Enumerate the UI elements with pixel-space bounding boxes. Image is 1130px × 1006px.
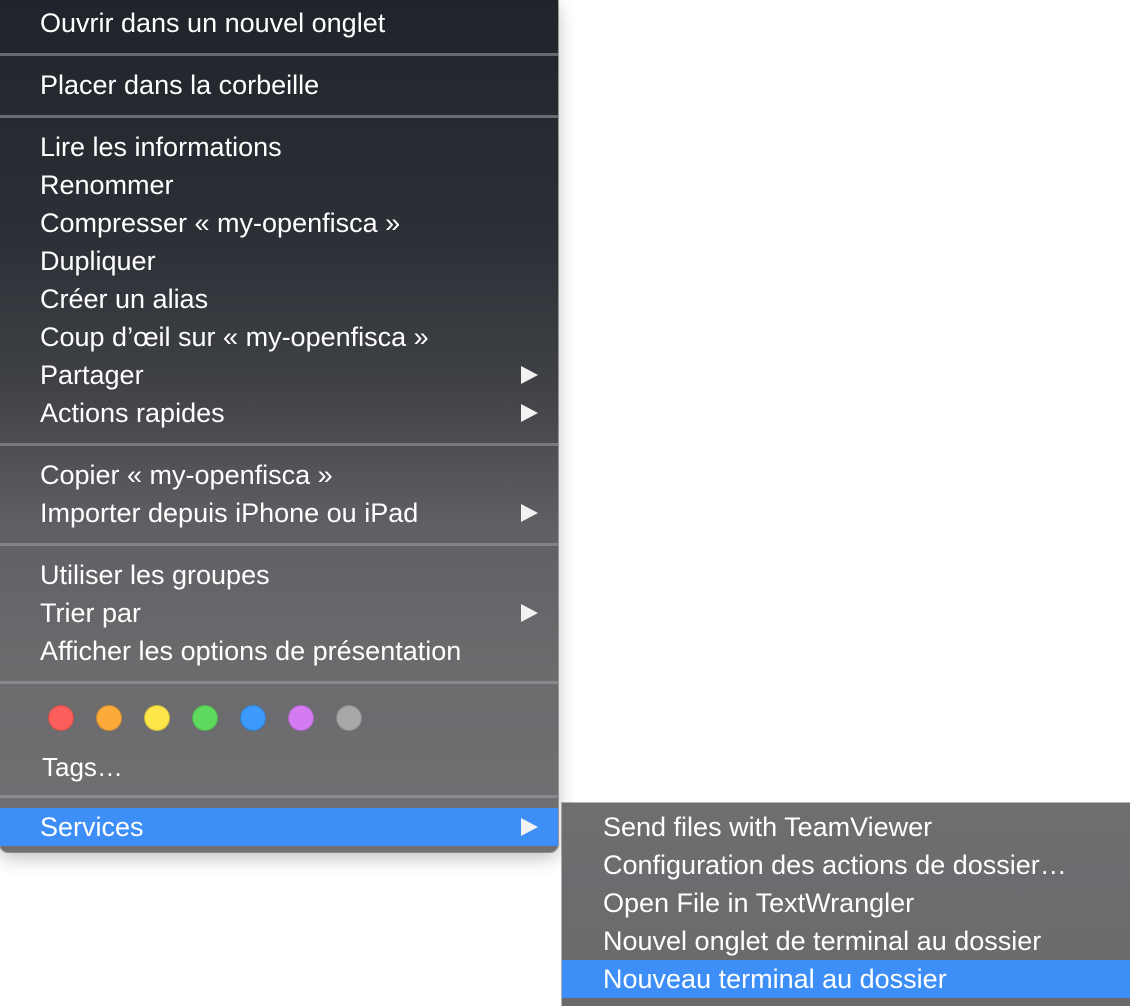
menu-item-services[interactable]: Services — [0, 808, 558, 846]
submenu-item-new-terminal-tab[interactable]: Nouvel onglet de terminal au dossier — [562, 922, 1130, 960]
menu-item-move-to-trash[interactable]: Placer dans la corbeille — [0, 66, 558, 104]
menu-item-quick-actions[interactable]: Actions rapides — [0, 394, 558, 432]
menu-item-quick-look[interactable]: Coup d’œil sur « my-openfisca » — [0, 318, 558, 356]
menu-separator — [0, 543, 558, 546]
menu-item-view-options[interactable]: Afficher les options de présentation — [0, 632, 558, 670]
services-submenu: Send files with TeamViewer Configuration… — [562, 803, 1130, 1006]
submenu-arrow-icon — [521, 366, 538, 384]
submenu-arrow-icon — [521, 604, 538, 622]
tag-gray-dot[interactable] — [336, 705, 362, 731]
tag-red-dot[interactable] — [48, 705, 74, 731]
tag-yellow-dot[interactable] — [144, 705, 170, 731]
submenu-arrow-icon — [521, 504, 538, 522]
submenu-arrow-icon — [521, 818, 538, 836]
menu-item-label: Importer depuis iPhone ou iPad — [40, 498, 419, 528]
menu-item-duplicate[interactable]: Dupliquer — [0, 242, 558, 280]
menu-item-sort-by[interactable]: Trier par — [0, 594, 558, 632]
tag-orange-dot[interactable] — [96, 705, 122, 731]
context-menu: Ouvrir dans un nouvel onglet Placer dans… — [0, 0, 558, 852]
menu-item-make-alias[interactable]: Créer un alias — [0, 280, 558, 318]
menu-item-share[interactable]: Partager — [0, 356, 558, 394]
menu-separator — [0, 795, 558, 798]
tag-blue-dot[interactable] — [240, 705, 266, 731]
submenu-arrow-icon — [521, 404, 538, 422]
submenu-item-send-teamviewer[interactable]: Send files with TeamViewer — [562, 808, 1130, 846]
menu-item-rename[interactable]: Renommer — [0, 166, 558, 204]
menu-item-tags[interactable]: Tags… — [42, 748, 123, 786]
tag-green-dot[interactable] — [192, 705, 218, 731]
submenu-item-open-textwrangler[interactable]: Open File in TextWrangler — [562, 884, 1130, 922]
menu-item-label: Trier par — [40, 598, 142, 628]
submenu-item-new-terminal[interactable]: Nouveau terminal au dossier — [562, 960, 1130, 998]
submenu-item-folder-actions-setup[interactable]: Configuration des actions de dossier… — [562, 846, 1130, 884]
menu-separator — [0, 115, 558, 118]
tag-purple-dot[interactable] — [288, 705, 314, 731]
menu-item-open-new-tab[interactable]: Ouvrir dans un nouvel onglet — [0, 4, 558, 42]
menu-separator — [0, 681, 558, 684]
menu-separator — [0, 53, 558, 56]
menu-item-label: Services — [40, 812, 144, 842]
menu-item-use-groups[interactable]: Utiliser les groupes — [0, 556, 558, 594]
menu-item-compress[interactable]: Compresser « my-openfisca » — [0, 204, 558, 242]
menu-item-import-from-iphone[interactable]: Importer depuis iPhone ou iPad — [0, 494, 558, 532]
menu-item-get-info[interactable]: Lire les informations — [0, 128, 558, 166]
menu-item-copy[interactable]: Copier « my-openfisca » — [0, 456, 558, 494]
menu-item-label: Partager — [40, 360, 144, 390]
menu-separator — [0, 443, 558, 446]
menu-item-label: Actions rapides — [40, 398, 225, 428]
